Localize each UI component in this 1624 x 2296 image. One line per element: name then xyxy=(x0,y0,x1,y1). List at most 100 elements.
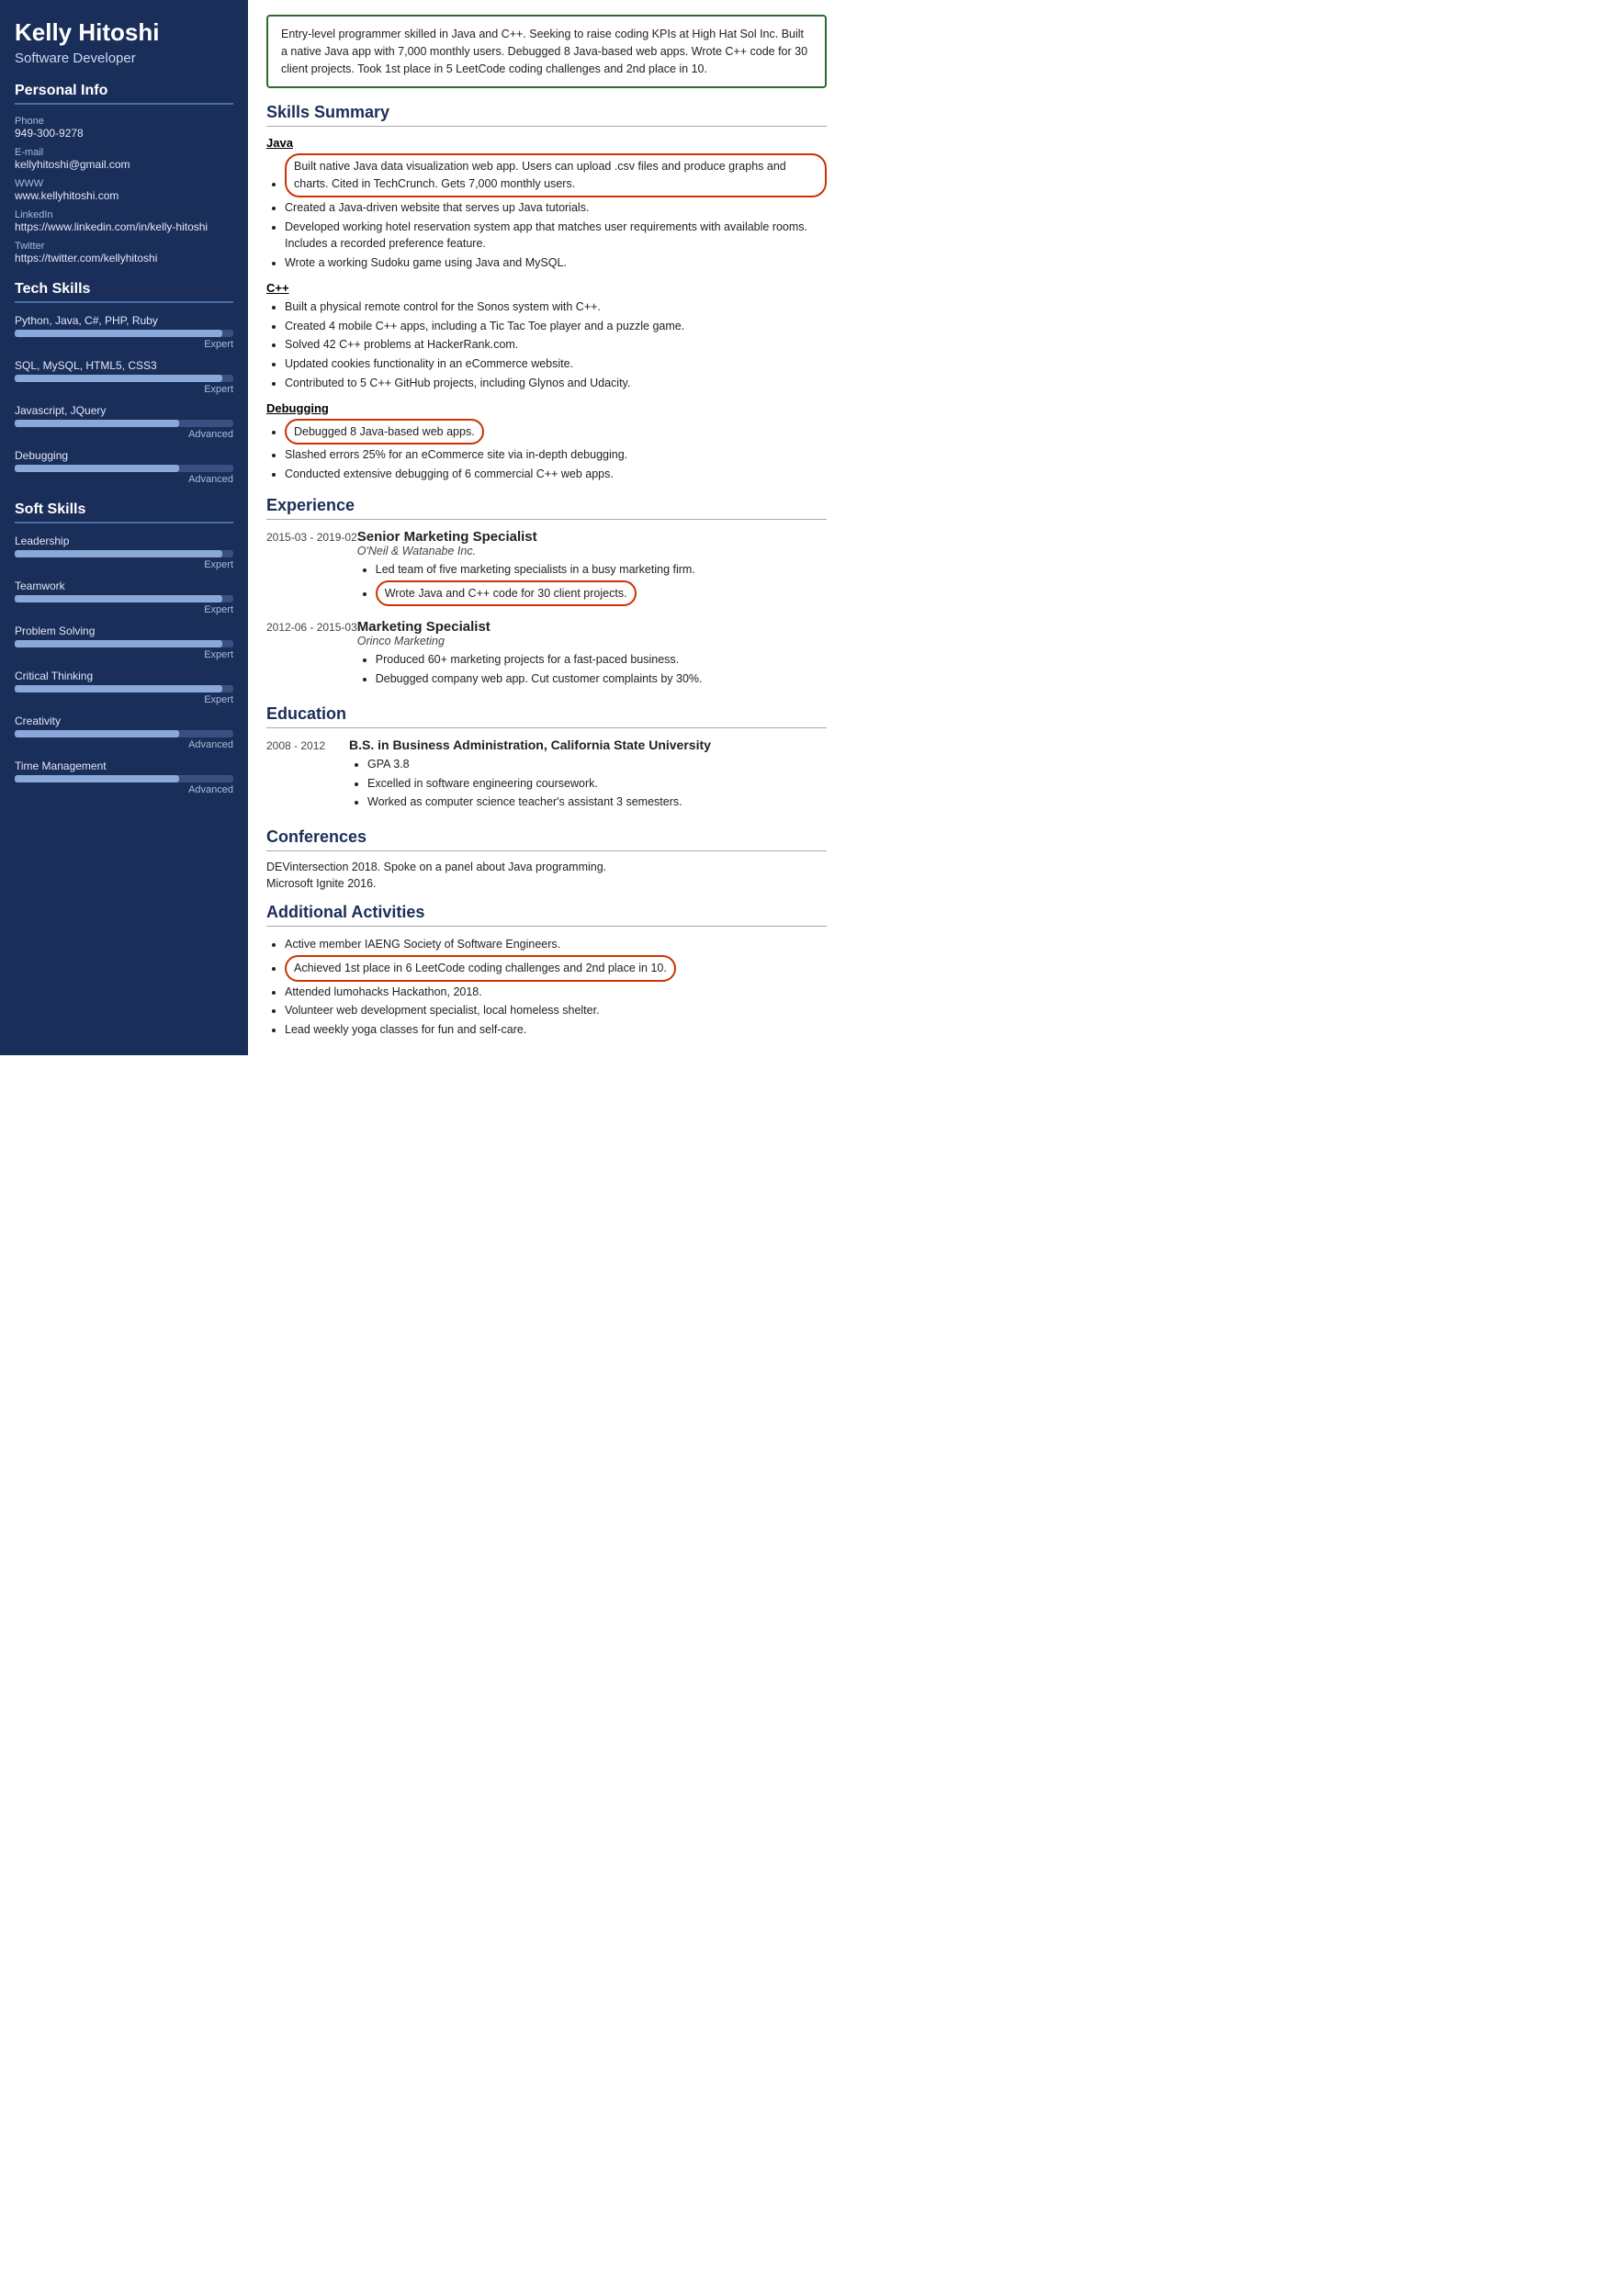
soft-skills-heading: Soft Skills xyxy=(15,501,233,523)
conferences-title: Conferences xyxy=(266,827,827,851)
skill-bar-fill xyxy=(15,375,222,382)
soft-skill-item: Leadership Expert xyxy=(15,535,233,570)
tech-skills-list: Python, Java, C#, PHP, Ruby Expert SQL, … xyxy=(15,314,233,485)
skill-bar-fill xyxy=(15,420,179,427)
tech-skill-item: Debugging Advanced xyxy=(15,449,233,485)
highlighted-bullet: Built native Java data visualization web… xyxy=(285,153,827,197)
personal-info-heading: Personal Info xyxy=(15,83,233,105)
skills-summary-content: Java Built native Java data visualizatio… xyxy=(266,136,827,483)
tech-skill-item: Javascript, JQuery Advanced xyxy=(15,404,233,440)
exp-title: Senior Marketing Specialist xyxy=(357,529,827,545)
experience-title: Experience xyxy=(266,496,827,520)
skill-bar-bg xyxy=(15,550,233,557)
experience-item: 2015-03 - 2019-02 Senior Marketing Speci… xyxy=(266,529,827,611)
skill-bar-bg xyxy=(15,595,233,602)
exp-date: 2015-03 - 2019-02 xyxy=(266,529,357,611)
tech-skill-item: SQL, MySQL, HTML5, CSS3 Expert xyxy=(15,359,233,395)
conference-item: DEVintersection 2018. Spoke on a panel a… xyxy=(266,861,827,873)
personal-info-phone: Phone 949-300-9278 xyxy=(15,116,233,140)
activity-item: Lead weekly yoga classes for fun and sel… xyxy=(285,1021,827,1039)
skill-category: Debugging Debugged 8 Java-based web apps… xyxy=(266,401,827,483)
edu-date: 2008 - 2012 xyxy=(266,737,349,815)
soft-skills-list: Leadership Expert Teamwork Expert Proble… xyxy=(15,535,233,795)
bullet-item: GPA 3.8 xyxy=(367,756,827,773)
main-content: Entry-level programmer skilled in Java a… xyxy=(248,0,845,1055)
education-item: 2008 - 2012 B.S. in Business Administrat… xyxy=(266,737,827,815)
skill-bar-fill xyxy=(15,595,222,602)
exp-date: 2012-06 - 2015-03 xyxy=(266,619,357,692)
soft-skill-item: Critical Thinking Expert xyxy=(15,670,233,705)
bullet-item: Contributed to 5 C++ GitHub projects, in… xyxy=(285,375,827,392)
highlighted-activity: Achieved 1st place in 6 LeetCode coding … xyxy=(285,955,676,982)
skill-bar-bg xyxy=(15,465,233,472)
skill-bar-fill xyxy=(15,685,222,692)
activities-list: Active member IAENG Society of Software … xyxy=(266,936,827,1039)
bullet-item: Updated cookies functionality in an eCom… xyxy=(285,355,827,373)
skill-bar-bg xyxy=(15,685,233,692)
experience-item: 2012-06 - 2015-03 Marketing Specialist O… xyxy=(266,619,827,692)
skill-bar-fill xyxy=(15,640,222,647)
personal-info-twitter: Twitter https://twitter.com/kellyhitoshi xyxy=(15,241,233,264)
bullet-item: Wrote Java and C++ code for 30 client pr… xyxy=(376,580,827,607)
exp-company: Orinco Marketing xyxy=(357,635,827,647)
activity-item: Volunteer web development specialist, lo… xyxy=(285,1002,827,1019)
tech-skill-item: Python, Java, C#, PHP, Ruby Expert xyxy=(15,314,233,350)
exp-title: Marketing Specialist xyxy=(357,619,827,635)
skill-bar-bg xyxy=(15,730,233,737)
soft-skill-item: Teamwork Expert xyxy=(15,580,233,615)
personal-info-email: E-mail kellyhitoshi@gmail.com xyxy=(15,147,233,171)
bullet-item: Developed working hotel reservation syst… xyxy=(285,219,827,253)
experience-content: 2015-03 - 2019-02 Senior Marketing Speci… xyxy=(266,529,827,692)
bullet-item: Slashed errors 25% for an eCommerce site… xyxy=(285,446,827,464)
bullet-item: Excelled in software engineering coursew… xyxy=(367,775,827,793)
bullet-item: Solved 42 C++ problems at HackerRank.com… xyxy=(285,336,827,354)
summary-box: Entry-level programmer skilled in Java a… xyxy=(266,15,827,88)
conference-item: Microsoft Ignite 2016. xyxy=(266,877,827,890)
skill-bar-bg xyxy=(15,775,233,782)
conferences-content: DEVintersection 2018. Spoke on a panel a… xyxy=(266,861,827,890)
skill-bar-fill xyxy=(15,550,222,557)
bullet-item: Led team of five marketing specialists i… xyxy=(376,561,827,579)
candidate-name: Kelly Hitoshi xyxy=(15,18,233,47)
exp-company: O'Neil & Watanabe Inc. xyxy=(357,545,827,557)
skill-bar-fill xyxy=(15,730,179,737)
bullet-list: Built a physical remote control for the … xyxy=(266,298,827,392)
soft-skill-item: Problem Solving Expert xyxy=(15,625,233,660)
skill-bar-bg xyxy=(15,375,233,382)
skill-bar-bg xyxy=(15,330,233,337)
activity-item: Active member IAENG Society of Software … xyxy=(285,936,827,953)
soft-skill-item: Time Management Advanced xyxy=(15,760,233,795)
bullet-list: Built native Java data visualization web… xyxy=(266,153,827,272)
bullet-item: Produced 60+ marketing projects for a fa… xyxy=(376,651,827,669)
bullet-item: Debugged 8 Java-based web apps. xyxy=(285,419,827,445)
skill-bar-fill xyxy=(15,775,179,782)
bullet-list: Debugged 8 Java-based web apps.Slashed e… xyxy=(266,419,827,483)
bullet-item: Wrote a working Sudoku game using Java a… xyxy=(285,254,827,272)
skill-bar-bg xyxy=(15,420,233,427)
skill-bar-fill xyxy=(15,330,222,337)
edu-bullets: GPA 3.8 Excelled in software engineering … xyxy=(349,756,827,811)
personal-info-www: WWW www.kellyhitoshi.com xyxy=(15,178,233,202)
bullet-item: Worked as computer science teacher's ass… xyxy=(367,793,827,811)
activity-item: Achieved 1st place in 6 LeetCode coding … xyxy=(285,955,827,982)
sidebar: Kelly Hitoshi Software Developer Persona… xyxy=(0,0,248,1055)
skill-bar-fill xyxy=(15,465,179,472)
bullet-item: Created a Java-driven website that serve… xyxy=(285,199,827,217)
bullet-item: Debugged company web app. Cut customer c… xyxy=(376,670,827,688)
exp-bullets: Produced 60+ marketing projects for a fa… xyxy=(357,651,827,688)
skill-category: C++ Built a physical remote control for … xyxy=(266,281,827,392)
bullet-item: Built native Java data visualization web… xyxy=(285,153,827,197)
summary-text: Entry-level programmer skilled in Java a… xyxy=(281,28,807,75)
exp-bullets: Led team of five marketing specialists i… xyxy=(357,561,827,607)
candidate-title: Software Developer xyxy=(15,51,233,66)
education-title: Education xyxy=(266,704,827,728)
soft-skill-item: Creativity Advanced xyxy=(15,715,233,750)
skill-category: Java Built native Java data visualizatio… xyxy=(266,136,827,272)
additional-activities-title: Additional Activities xyxy=(266,903,827,927)
edu-degree: B.S. in Business Administration, Califor… xyxy=(349,737,827,752)
skills-summary-title: Skills Summary xyxy=(266,103,827,127)
tech-skills-heading: Tech Skills xyxy=(15,281,233,303)
personal-info-linkedin: LinkedIn https://www.linkedin.com/in/kel… xyxy=(15,209,233,233)
highlighted-bullet: Wrote Java and C++ code for 30 client pr… xyxy=(376,580,637,607)
activities-content: Active member IAENG Society of Software … xyxy=(266,936,827,1039)
